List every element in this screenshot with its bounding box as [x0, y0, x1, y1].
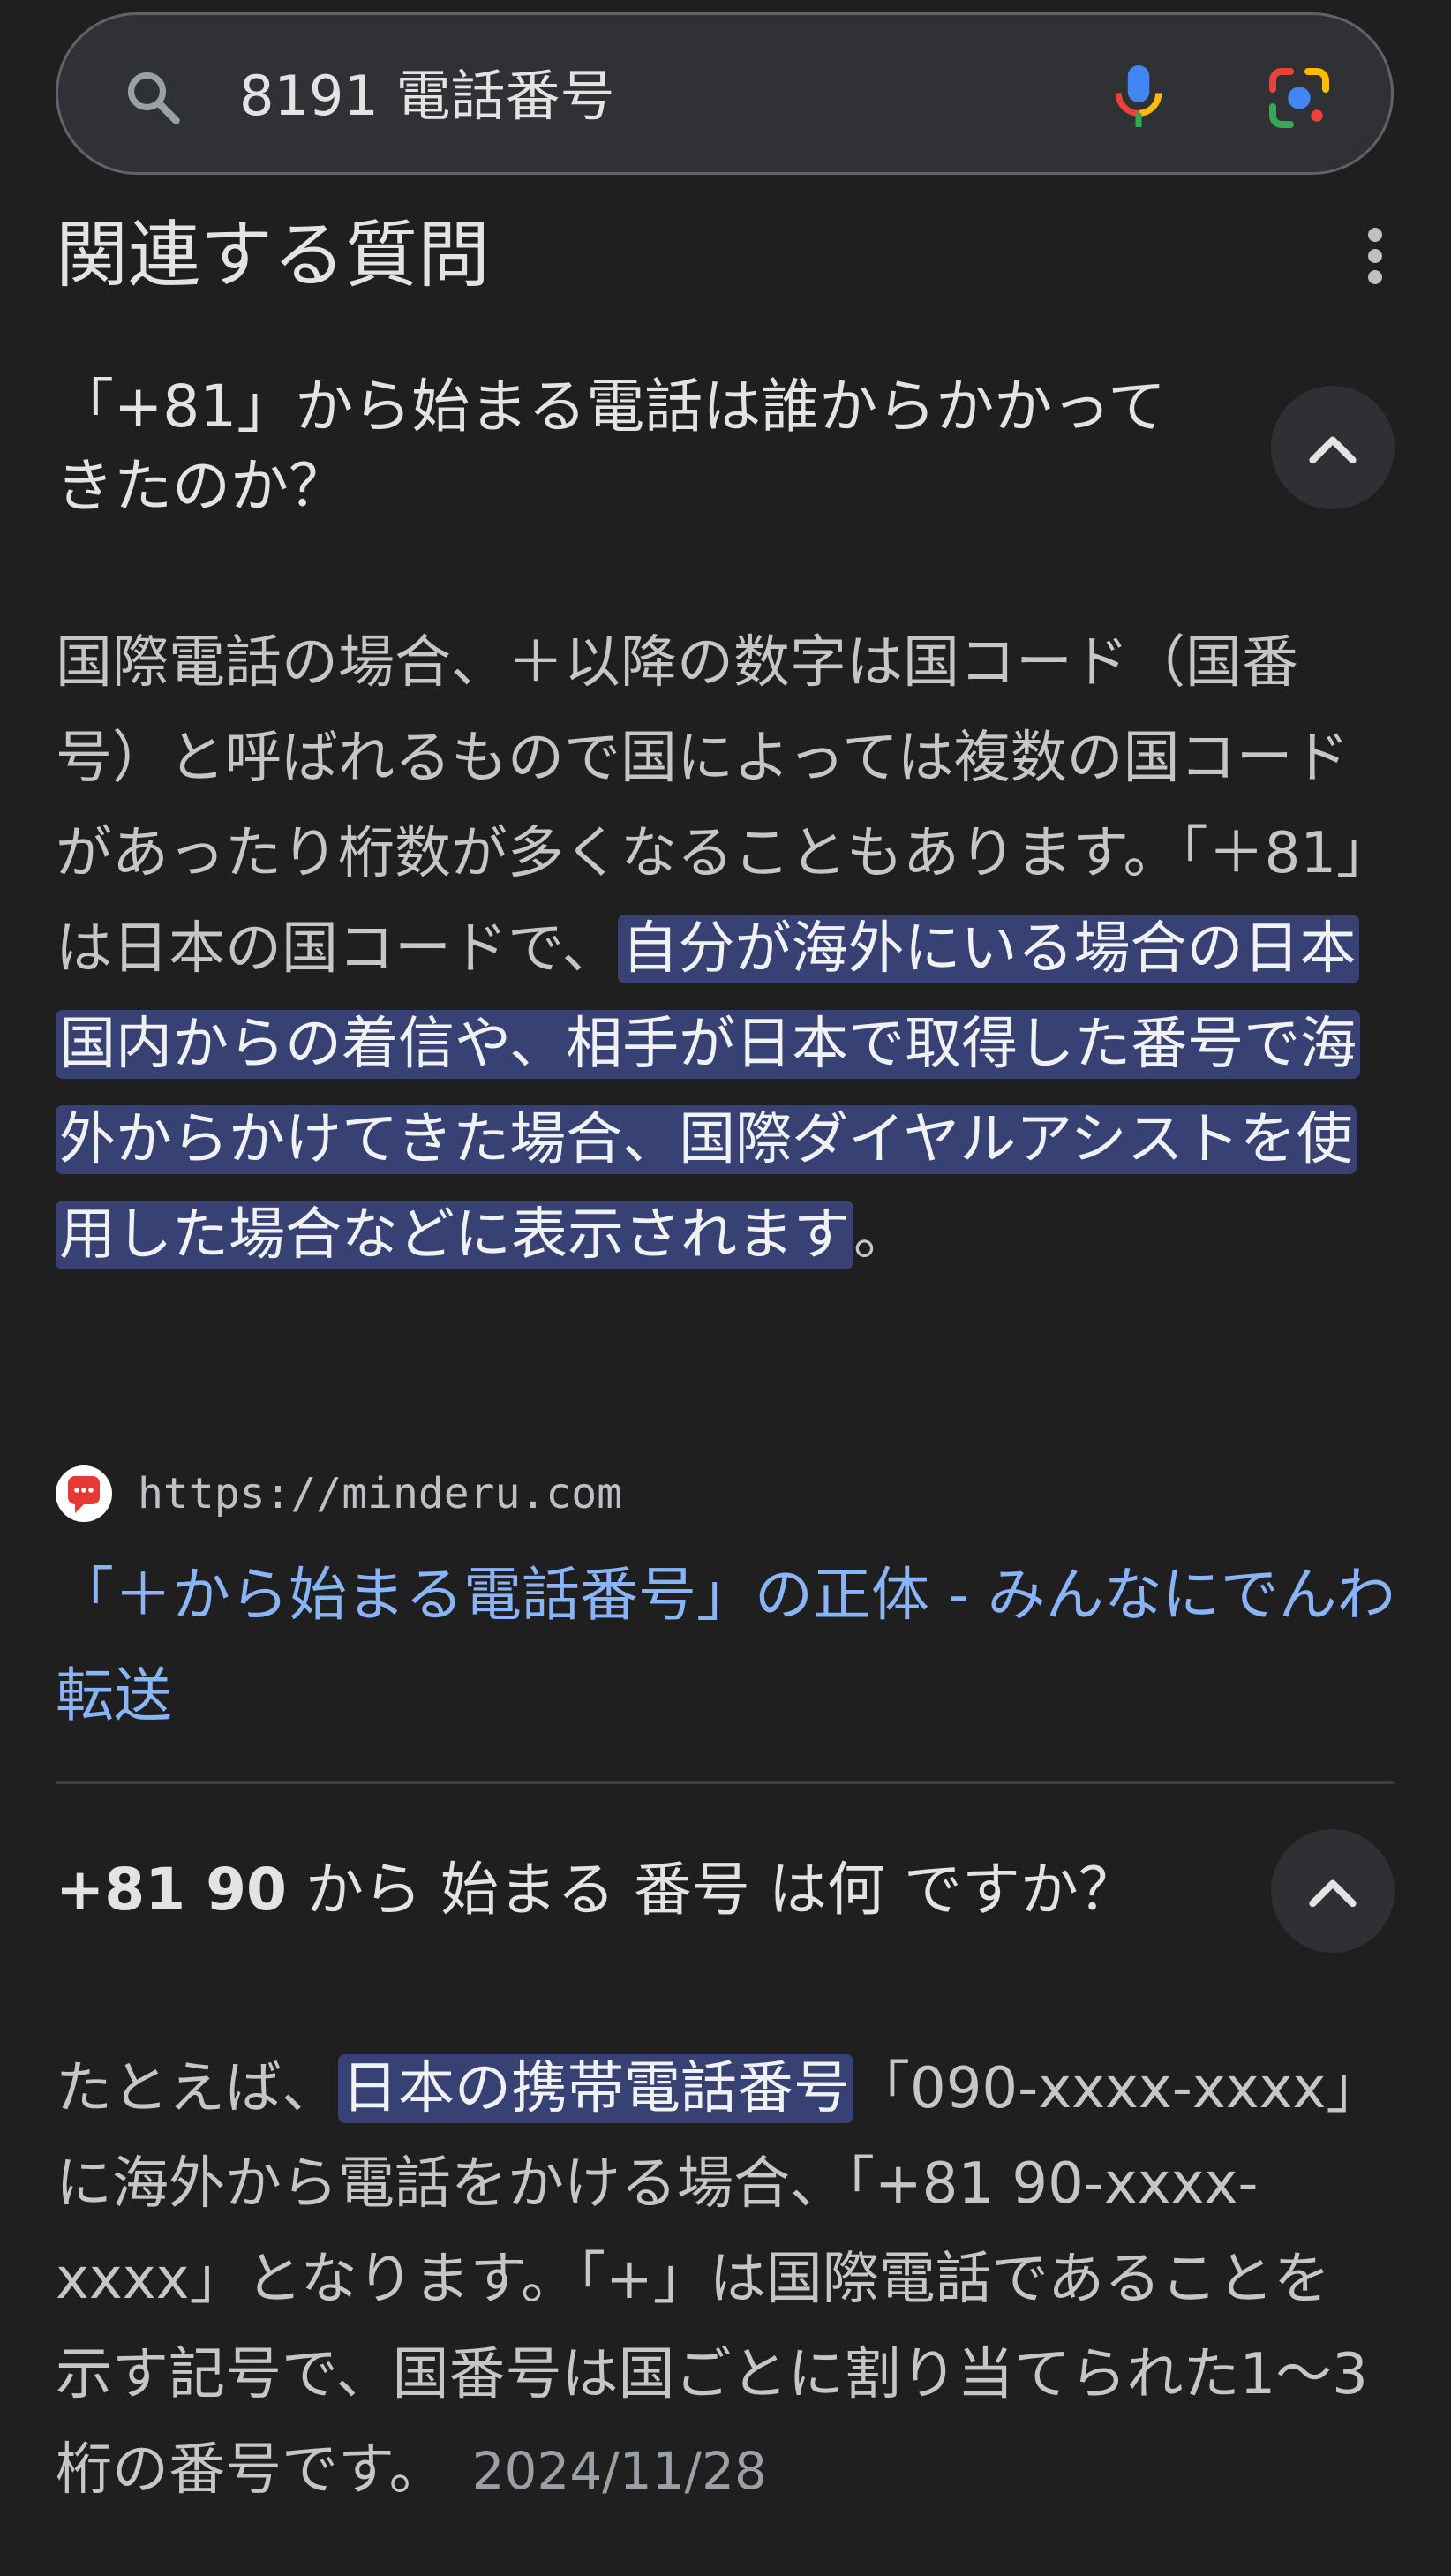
search-bar[interactable]: 8191 電話番号 — [56, 12, 1394, 175]
answer-2-pre: たとえば、 — [56, 2056, 338, 2121]
question-2-number: +81 90 — [56, 1856, 287, 1924]
search-input[interactable]: 8191 電話番号 — [239, 59, 615, 133]
divider — [56, 1781, 1394, 1784]
search-icon[interactable] — [122, 66, 185, 130]
collapse-button-2[interactable] — [1271, 1829, 1395, 1953]
minderu-favicon-icon — [56, 1465, 112, 1522]
question-2[interactable]: +81 90 から 始まる 番号 は何 ですか？ — [56, 1850, 1203, 1930]
google-lens-icon[interactable] — [1264, 63, 1334, 133]
section-title: 関連する質問 — [56, 214, 491, 298]
answer-2-highlight: 日本の携帯電話番号 — [338, 2054, 853, 2123]
chevron-up-icon — [1309, 436, 1357, 464]
mic-icon[interactable] — [1101, 59, 1176, 133]
answer-2: たとえば、日本の携帯電話番号「090-xxxx-xxxx」に海外から電話をかける… — [56, 2041, 1380, 2519]
answer-2-date: 2024/11/28 — [471, 2441, 767, 2501]
source-url[interactable]: https://minderu.com — [138, 1465, 622, 1522]
source-title-link[interactable]: 「＋から始まる電話番号」の正体 - みんなにでんわ転送 — [56, 1545, 1397, 1746]
question-1[interactable]: 「+81」から始まる電話は誰からかかってきたのか？ — [56, 367, 1203, 526]
answer-1: 国際電話の場合、＋以降の数字は国コード（国番号）と呼ばれるもので国によっては複数… — [56, 615, 1380, 1283]
more-vert-icon[interactable] — [1350, 224, 1400, 288]
collapse-button-1[interactable] — [1271, 386, 1395, 509]
answer-1-tail: 。 — [853, 1202, 910, 1268]
question-2-text: から 始まる 番号 は何 ですか？ — [286, 1856, 1137, 1924]
search-results-page: 8191 電話番号 関連する質問 「+81」から始まる電話は誰からかかってきたの… — [0, 0, 1451, 2576]
chevron-up-icon — [1309, 1879, 1357, 1908]
